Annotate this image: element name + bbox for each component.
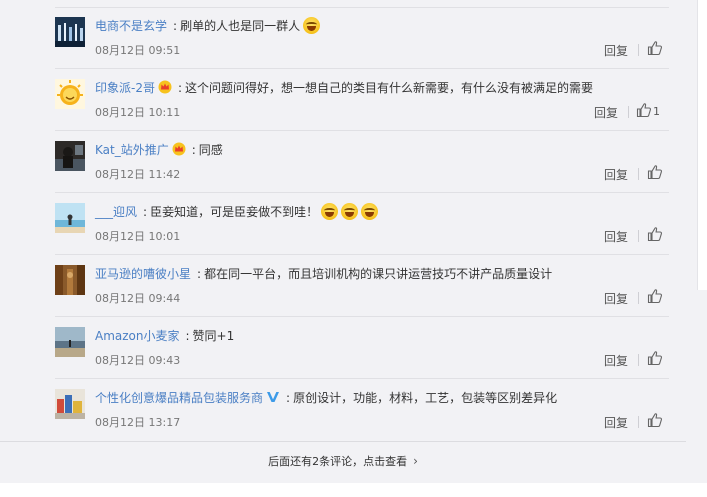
- comment-text: 原创设计，功能，材料，工艺，包装等区别差异化: [293, 391, 558, 405]
- more-comments-link[interactable]: 后面还有2条评论，点击查看 ›: [0, 441, 686, 484]
- comment-time: 08月12日 11:42: [95, 168, 181, 181]
- thumbs-up-icon[interactable]: [647, 164, 663, 180]
- reply-button[interactable]: 回复: [604, 290, 628, 307]
- reply-button[interactable]: 回复: [604, 42, 628, 59]
- username[interactable]: Kat_站外推广: [95, 143, 169, 157]
- comment-item: ___迎风: 臣妾知道，可是臣妾做不到哇！ 08月12日 10:01 回复: [55, 193, 669, 255]
- username[interactable]: ___迎风: [95, 205, 137, 219]
- like-count: 1: [653, 105, 660, 118]
- comment-item: 个性化创意爆品精品包装服务商: 原创设计，功能，材料，工艺，包装等区别差异化 08…: [55, 379, 669, 441]
- thumbs-up-icon[interactable]: [636, 102, 652, 118]
- laughing-emoji-icon: [361, 203, 379, 220]
- comment-item: Amazon小麦家: 赞同+1 08月12日 09:43 回复: [55, 317, 669, 379]
- avatar[interactable]: [55, 17, 85, 47]
- comment-text: 赞同+1: [192, 329, 235, 343]
- avatar[interactable]: [55, 141, 85, 171]
- separator: [638, 168, 639, 180]
- chevron-right-icon: ›: [413, 454, 418, 468]
- thumbs-up-icon[interactable]: [647, 412, 663, 428]
- more-comments-label: 后面还有2条评论，点击查看: [268, 455, 408, 468]
- reply-button[interactable]: 回复: [604, 352, 628, 369]
- avatar[interactable]: [55, 79, 85, 109]
- laughing-emoji-icon: [321, 203, 339, 220]
- crown-badge-icon: [158, 80, 172, 94]
- bottom-strip: [0, 483, 707, 497]
- comment-item: 印象派-2哥: 这个问题问得好，想一想自己的类目有什么新需要，有什么没有被满足的需…: [55, 69, 669, 131]
- comment-time: 08月12日 13:17: [95, 416, 181, 429]
- reply-button[interactable]: 回复: [604, 414, 628, 431]
- avatar[interactable]: [55, 203, 85, 233]
- comment-item: 电商不是玄学: 刷单的人也是同一群人 08月12日 09:51 回复: [55, 7, 669, 69]
- comment-item: Kat_站外推广: 同感 08月12日 11:42 回复: [55, 131, 669, 193]
- comment-panel: 电商不是玄学: 刷单的人也是同一群人 08月12日 09:51 回复 印象派-2哥…: [0, 0, 686, 483]
- crown-badge-icon: [172, 142, 186, 156]
- thumbs-up-icon[interactable]: [647, 288, 663, 304]
- reply-button[interactable]: 回复: [604, 228, 628, 245]
- verified-v-icon: [266, 390, 280, 404]
- avatar[interactable]: [55, 327, 85, 357]
- comment-text: 这个问题问得好，想一想自己的类目有什么新需要，有什么没有被满足的需要: [185, 81, 594, 95]
- comment-time: 08月12日 09:51: [95, 44, 181, 57]
- separator: [628, 106, 629, 118]
- comment-time: 08月12日 10:11: [95, 106, 181, 119]
- username[interactable]: 印象派-2哥: [95, 81, 155, 95]
- laughing-emoji-icon: [341, 203, 359, 220]
- comment-time: 08月12日 09:43: [95, 354, 181, 367]
- reply-button[interactable]: 回复: [604, 166, 628, 183]
- comment-text: 都在同一平台，而且培训机构的课只讲运营技巧不讲产品质量设计: [204, 267, 553, 281]
- separator: [638, 292, 639, 304]
- separator: [638, 354, 639, 366]
- comment-text: 刷单的人也是同一群人: [180, 19, 301, 33]
- separator: [638, 44, 639, 56]
- thumbs-up-icon[interactable]: [647, 40, 663, 56]
- username[interactable]: 电商不是玄学: [95, 19, 167, 33]
- thumbs-up-icon[interactable]: [647, 350, 663, 366]
- username[interactable]: 亚马逊的嘈彼小星: [95, 267, 191, 281]
- comment-text: 臣妾知道，可是臣妾做不到哇！: [150, 205, 319, 219]
- separator: [638, 416, 639, 428]
- separator: [638, 230, 639, 242]
- comment-item: 亚马逊的嘈彼小星: 都在同一平台，而且培训机构的课只讲运营技巧不讲产品质量设计 0…: [55, 255, 669, 317]
- laughing-emoji-icon: [303, 17, 321, 34]
- username[interactable]: Amazon小麦家: [95, 329, 180, 343]
- thumbs-up-icon[interactable]: [647, 226, 663, 242]
- reply-button[interactable]: 回复: [594, 104, 618, 121]
- avatar[interactable]: [55, 389, 85, 419]
- right-sidebar-edge: [697, 0, 707, 290]
- comment-text: 同感: [198, 143, 223, 157]
- avatar[interactable]: [55, 265, 85, 295]
- comment-time: 08月12日 10:01: [95, 230, 181, 243]
- username[interactable]: 个性化创意爆品精品包装服务商: [95, 391, 263, 405]
- comment-time: 08月12日 09:44: [95, 292, 181, 305]
